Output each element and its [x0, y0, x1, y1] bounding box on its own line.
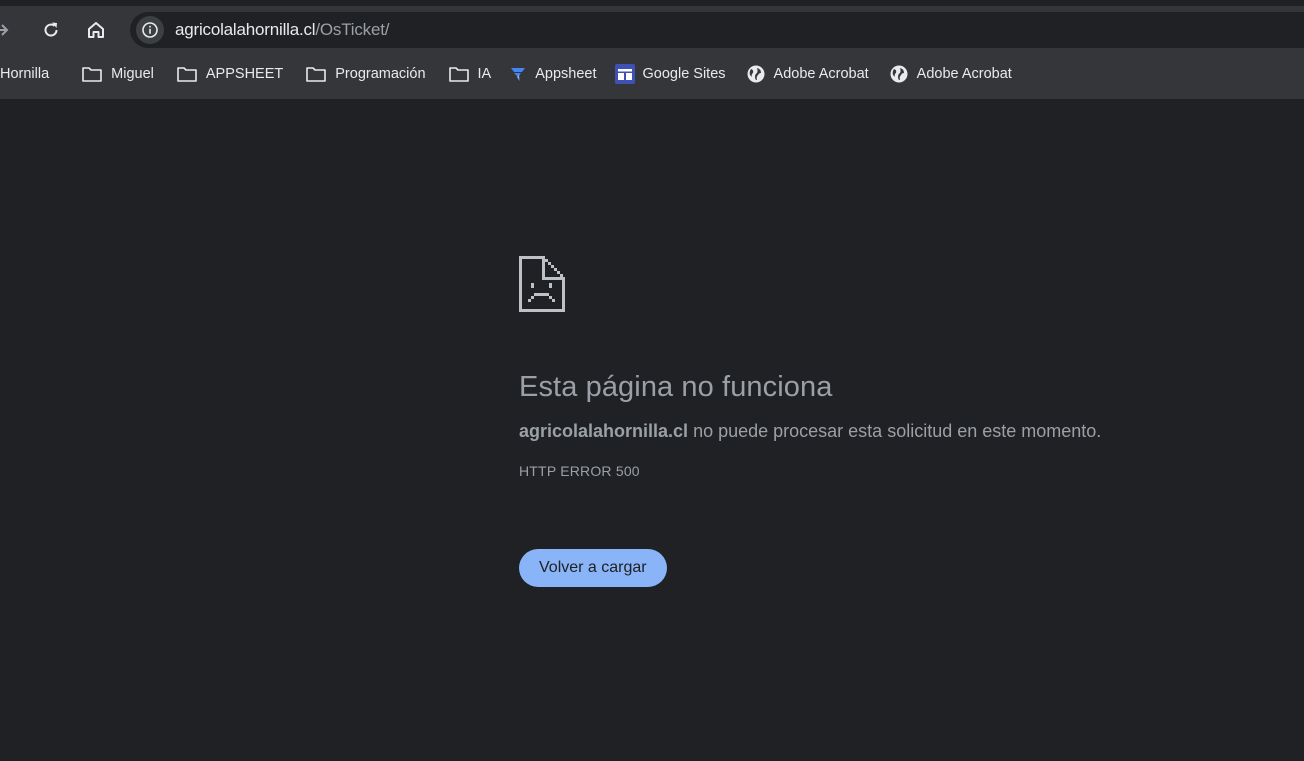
bookmark-label: Adobe Acrobat — [916, 65, 1012, 82]
url-path: /OsTicket/ — [315, 20, 390, 39]
bookmark-adobe-acrobat-2[interactable]: Adobe Acrobat — [881, 58, 1020, 90]
url-host: agricolalahornilla.cl — [175, 20, 316, 39]
folder-icon — [448, 66, 469, 82]
bookmark-label: Adobe Acrobat — [773, 65, 869, 82]
folder-icon — [177, 66, 197, 82]
bookmark-adobe-acrobat[interactable]: Adobe Acrobat — [738, 58, 877, 90]
bookmark-folder-programacion[interactable]: Programación — [297, 58, 433, 90]
bookmark-label: IA — [477, 65, 492, 82]
bookmark-label: APPSHEET — [205, 65, 284, 82]
folder-icon — [82, 66, 102, 82]
bookmark-appsheet[interactable]: Appsheet — [501, 58, 604, 90]
url-text[interactable]: agricolalahornilla.cl/OsTicket/ — [175, 20, 389, 40]
error-code: HTTP ERROR 500 — [519, 463, 640, 479]
globe-icon — [747, 65, 765, 82]
error-title: Esta página no funciona — [519, 371, 833, 403]
error-page-content: Esta página no funciona agricolalahornil… — [519, 256, 1279, 587]
bookmark-google-sites[interactable]: Google Sites — [607, 58, 734, 90]
sad-page-icon — [519, 256, 565, 312]
browser-toolbar: agricolalahornilla.cl/OsTicket/ — [0, 0, 1304, 48]
reload-button[interactable]: Volver a cargar — [519, 549, 667, 587]
folder-icon — [306, 66, 327, 82]
error-description: agricolalahornilla.cl no puede procesar … — [519, 419, 1279, 443]
bookmark-label: Appsheet — [535, 65, 597, 82]
bookmark-hornilla[interactable]: Hornilla — [0, 58, 57, 90]
home-icon[interactable] — [82, 16, 110, 44]
bookmark-folder-appsheet[interactable]: APPSHEET — [168, 58, 291, 90]
address-bar[interactable]: agricolalahornilla.cl/OsTicket/ — [130, 12, 1304, 48]
bookmark-folder-miguel[interactable]: Miguel — [73, 58, 162, 90]
bookmark-folder-ia[interactable]: IA — [440, 58, 500, 90]
globe-icon — [890, 65, 908, 82]
bookmarks-bar: Hornilla Miguel APPSHEET Programación IA… — [0, 48, 1304, 99]
bookmark-label: Hornilla — [0, 65, 50, 82]
forward-arrow-icon[interactable] — [0, 16, 16, 44]
bookmark-label: Google Sites — [642, 65, 726, 82]
error-host: agricolalahornilla.cl — [519, 421, 689, 441]
bookmark-label: Programación — [335, 65, 426, 82]
appsheet-icon — [511, 67, 526, 81]
site-info-icon[interactable] — [136, 16, 164, 44]
bookmark-label: Miguel — [111, 65, 154, 82]
google-sites-icon — [614, 63, 635, 84]
error-message: no puede procesar esta solicitud en este… — [688, 421, 1102, 441]
reload-icon[interactable] — [37, 16, 65, 44]
